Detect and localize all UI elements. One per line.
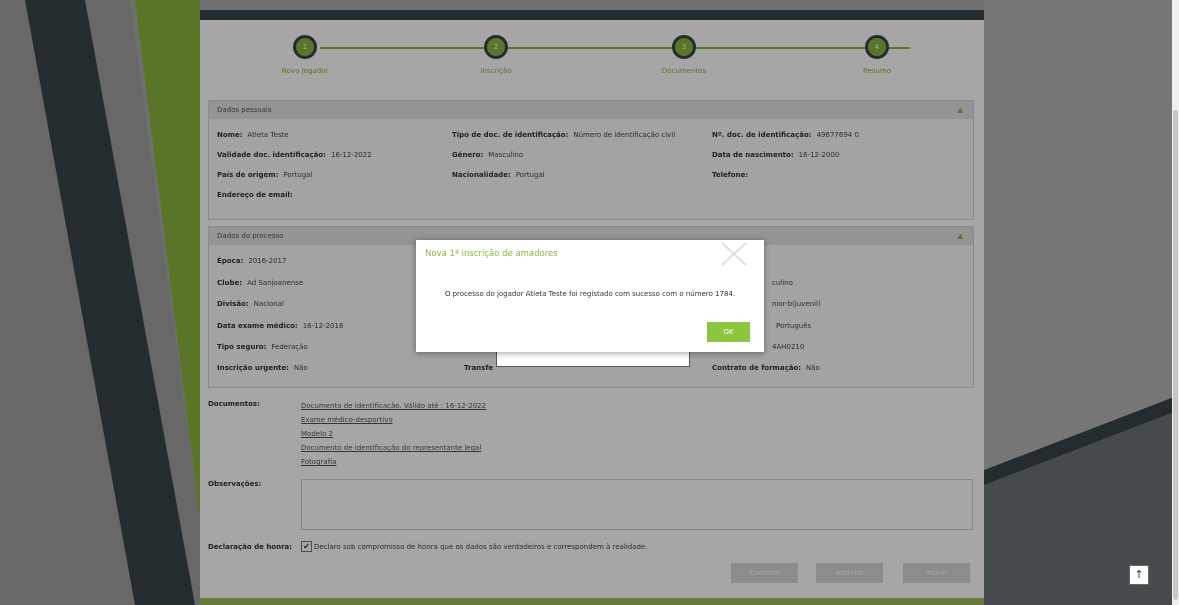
- success-dialog: Nova 1ª inscrição de amadores O processo…: [416, 240, 764, 352]
- scrollbar-thumb[interactable]: [1173, 110, 1178, 600]
- dropdown-remnant: [496, 352, 690, 367]
- ok-button[interactable]: OK: [707, 322, 750, 342]
- dialog-title: Nova 1ª inscrição de amadores: [425, 249, 558, 259]
- arrow-up-icon[interactable]: ↑: [1129, 565, 1149, 585]
- close-icon[interactable]: [718, 241, 750, 267]
- dialog-message: O processo do jogador Atleta Teste foi r…: [444, 290, 736, 298]
- page-scrollbar[interactable]: [1172, 0, 1179, 605]
